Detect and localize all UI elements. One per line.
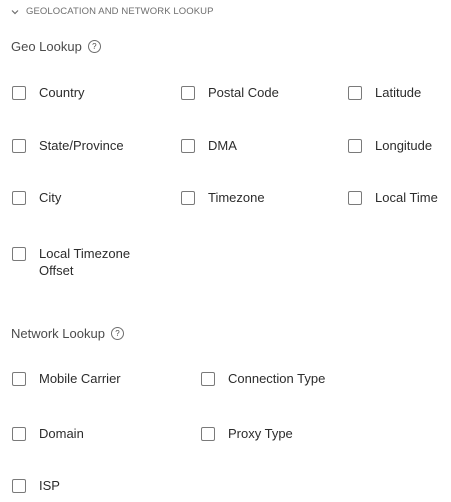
checkbox-dma[interactable]: DMA xyxy=(181,137,237,154)
checkbox-box[interactable] xyxy=(201,372,215,386)
section-geolocation-network-toggle[interactable]: GEOLOCATION AND NETWORK LOOKUP xyxy=(11,6,214,17)
checkbox-box[interactable] xyxy=(348,139,362,153)
checkbox-local-timezone-offset[interactable]: Local Timezone Offset xyxy=(12,245,149,279)
checkbox-label: Postal Code xyxy=(208,85,279,100)
checkbox-label: State/Province xyxy=(39,138,124,153)
checkbox-box[interactable] xyxy=(12,247,26,261)
checkbox-label: Latitude xyxy=(375,85,422,100)
checkbox-box[interactable] xyxy=(12,86,26,100)
checkbox-state-province[interactable]: State/Province xyxy=(12,137,124,154)
checkbox-box[interactable] xyxy=(348,191,362,205)
network-lookup-heading: Network Lookup ? xyxy=(11,326,124,341)
checkbox-label: Country xyxy=(39,85,85,100)
checkbox-box[interactable] xyxy=(201,427,215,441)
help-icon[interactable]: ? xyxy=(110,327,124,340)
checkbox-local-time[interactable]: Local Time xyxy=(348,189,438,206)
geo-lookup-title: Geo Lookup xyxy=(11,39,82,54)
network-lookup-title: Network Lookup xyxy=(11,326,105,341)
checkbox-domain[interactable]: Domain xyxy=(12,425,84,442)
chevron-down-icon xyxy=(11,9,19,14)
geo-lookup-heading: Geo Lookup ? xyxy=(11,39,101,54)
checkbox-latitude[interactable]: Latitude xyxy=(348,84,421,101)
checkbox-timezone[interactable]: Timezone xyxy=(181,189,265,206)
checkbox-label: ISP xyxy=(39,478,60,493)
checkbox-postal-code[interactable]: Postal Code xyxy=(181,84,279,101)
checkbox-box[interactable] xyxy=(12,372,26,386)
checkbox-box[interactable] xyxy=(181,139,195,153)
checkbox-label: Longitude xyxy=(375,138,433,153)
checkbox-connection-type[interactable]: Connection Type xyxy=(201,370,325,387)
checkbox-box[interactable] xyxy=(181,86,195,100)
help-icon[interactable]: ? xyxy=(87,40,101,53)
checkbox-box[interactable] xyxy=(181,191,195,205)
checkbox-label: Mobile Carrier xyxy=(39,371,121,386)
checkbox-city[interactable]: City xyxy=(12,189,61,206)
checkbox-box[interactable] xyxy=(348,86,362,100)
checkbox-box[interactable] xyxy=(12,427,26,441)
checkbox-label: Local Timezone Offset xyxy=(39,246,131,278)
checkbox-mobile-carrier[interactable]: Mobile Carrier xyxy=(12,370,121,387)
checkbox-label: Timezone xyxy=(208,190,265,205)
checkbox-country[interactable]: Country xyxy=(12,84,85,101)
checkbox-label: DMA xyxy=(208,138,237,153)
section-title: GEOLOCATION AND NETWORK LOOKUP xyxy=(26,6,214,17)
checkbox-proxy-type[interactable]: Proxy Type xyxy=(201,425,293,442)
checkbox-box[interactable] xyxy=(12,139,26,153)
checkbox-longitude[interactable]: Longitude xyxy=(348,137,432,154)
checkbox-label: Proxy Type xyxy=(228,426,293,441)
checkbox-label: Connection Type xyxy=(228,371,326,386)
checkbox-box[interactable] xyxy=(12,191,26,205)
checkbox-box[interactable] xyxy=(12,479,26,493)
checkbox-label: City xyxy=(39,190,62,205)
checkbox-isp[interactable]: ISP xyxy=(12,477,60,494)
checkbox-label: Local Time xyxy=(375,190,438,205)
checkbox-label: Domain xyxy=(39,426,84,441)
